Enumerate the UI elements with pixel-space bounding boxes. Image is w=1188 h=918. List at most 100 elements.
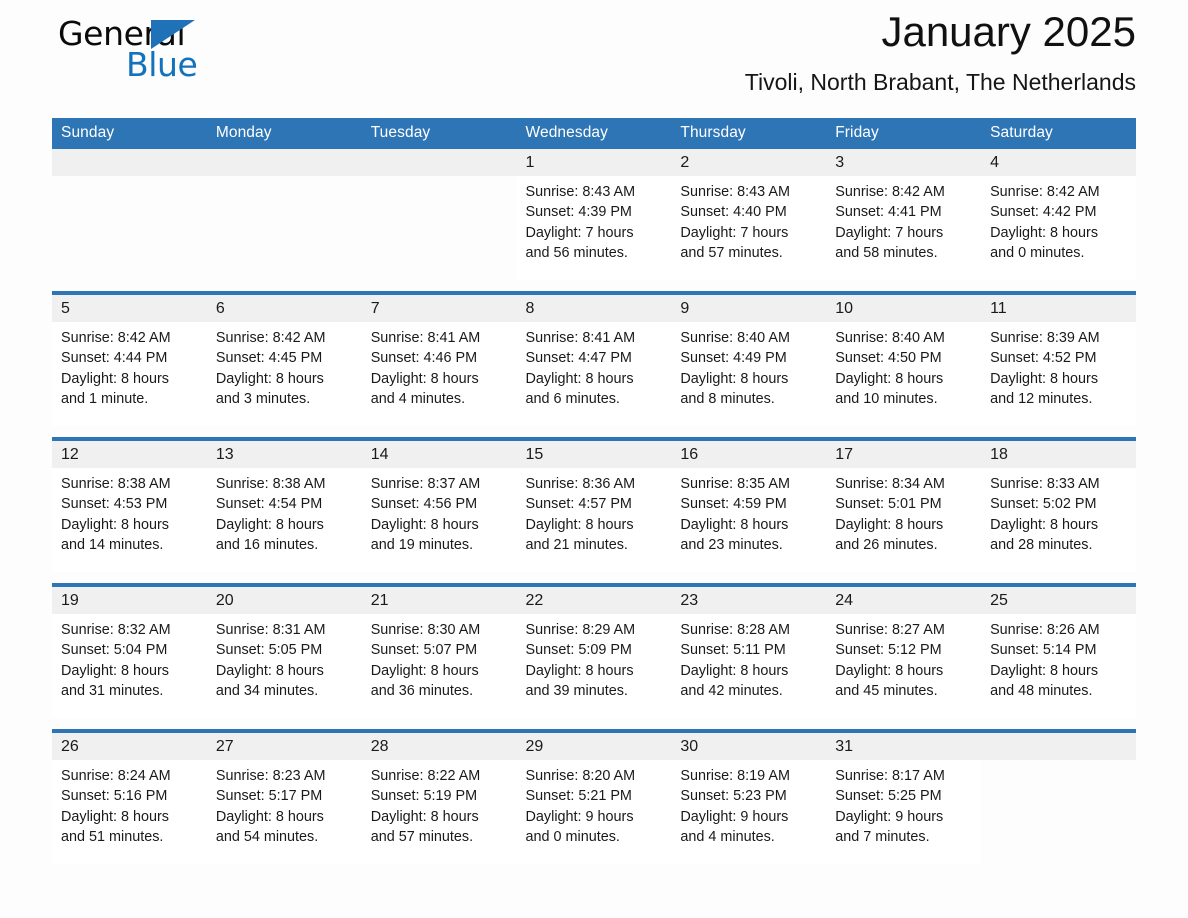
day-number-cell[interactable]: 29: [516, 733, 672, 760]
day-info-line: and 58 minutes.: [835, 244, 938, 261]
day-info-cell[interactable]: Sunrise: 8:26 AM Sunset: 5:14 PM Daylight:…: [981, 614, 1136, 718]
day-info-line: Daylight: 8 hours: [215, 662, 324, 679]
day-info-line: Sunrise: 8:33 AM: [990, 476, 1100, 492]
day-number-cell[interactable]: 23: [671, 587, 827, 614]
day-number-cell[interactable]: 21: [361, 587, 517, 614]
day-number-cell[interactable]: 12: [52, 441, 207, 468]
day-info-cell[interactable]: Sunrise: 8:24 AM Sunset: 5:16 PM Daylight:…: [52, 760, 207, 864]
day-info-cell[interactable]: Sunrise: 8:42 AM Sunset: 4:45 PM Daylight:…: [206, 322, 362, 426]
day-info-line: and 51 minutes.: [61, 828, 164, 845]
day-info-line: Daylight: 9 hours: [835, 808, 944, 825]
day-number-row: 5 6 7 8 9 10 11: [52, 295, 1136, 322]
day-number-cell[interactable]: 6: [206, 295, 362, 322]
day-number-cell[interactable]: 20: [206, 587, 362, 614]
empty-day-number-cell: [981, 733, 1136, 760]
day-info-line: and 26 minutes.: [835, 536, 938, 553]
day-info-line: Sunrise: 8:34 AM: [835, 476, 945, 492]
day-number-cell[interactable]: 16: [671, 441, 827, 468]
day-info-line: Daylight: 8 hours: [680, 516, 789, 533]
day-number-cell[interactable]: 4: [981, 149, 1136, 176]
day-number-cell[interactable]: 15: [516, 441, 672, 468]
day-info-cell[interactable]: Sunrise: 8:38 AM Sunset: 4:53 PM Daylight:…: [52, 468, 207, 572]
day-number-cell[interactable]: 30: [671, 733, 827, 760]
day-info-line: Sunset: 4:40 PM: [680, 204, 787, 221]
day-info-line: Sunrise: 8:43 AM: [680, 184, 790, 200]
day-number-cell[interactable]: 10: [826, 295, 982, 322]
day-info-cell[interactable]: Sunrise: 8:41 AM Sunset: 4:47 PM Daylight:…: [516, 322, 672, 426]
day-info-line: Sunset: 4:39 PM: [525, 204, 632, 221]
day-info-cell[interactable]: Sunrise: 8:39 AM Sunset: 4:52 PM Daylight:…: [981, 322, 1136, 426]
weekday-header-friday: Friday: [826, 118, 982, 149]
day-info-line: Sunrise: 8:38 AM: [61, 476, 171, 492]
day-info-line: Sunset: 5:04 PM: [61, 642, 168, 659]
day-info-cell[interactable]: Sunrise: 8:43 AM Sunset: 4:40 PM Daylight:…: [671, 176, 827, 280]
day-number-cell[interactable]: 26: [52, 733, 207, 760]
day-number-cell[interactable]: 8: [516, 295, 672, 322]
day-info-cell[interactable]: Sunrise: 8:19 AM Sunset: 5:23 PM Daylight:…: [671, 760, 827, 864]
day-number-cell[interactable]: 19: [52, 587, 207, 614]
day-number-cell[interactable]: 24: [826, 587, 982, 614]
day-info-cell[interactable]: Sunrise: 8:40 AM Sunset: 4:49 PM Daylight:…: [671, 322, 827, 426]
day-number-cell[interactable]: 5: [52, 295, 207, 322]
day-info-cell[interactable]: Sunrise: 8:28 AM Sunset: 5:11 PM Daylight:…: [671, 614, 827, 718]
day-number-cell[interactable]: 13: [206, 441, 362, 468]
day-info-cell[interactable]: Sunrise: 8:32 AM Sunset: 5:04 PM Daylight:…: [52, 614, 207, 718]
day-number-cell[interactable]: 7: [361, 295, 517, 322]
day-number-cell[interactable]: 18: [981, 441, 1136, 468]
day-number-cell[interactable]: 27: [206, 733, 362, 760]
day-number-cell[interactable]: 2: [671, 149, 827, 176]
day-info-cell[interactable]: Sunrise: 8:42 AM Sunset: 4:42 PM Daylight:…: [981, 176, 1136, 280]
day-info-line: and 21 minutes.: [525, 536, 628, 553]
day-info-cell[interactable]: Sunrise: 8:37 AM Sunset: 4:56 PM Daylight:…: [361, 468, 517, 572]
day-info-line: Daylight: 9 hours: [525, 808, 634, 825]
day-number-cell[interactable]: 9: [671, 295, 827, 322]
day-info-cell[interactable]: Sunrise: 8:29 AM Sunset: 5:09 PM Daylight:…: [516, 614, 672, 718]
day-info-line: Sunset: 5:02 PM: [990, 496, 1097, 513]
day-info-line: Sunrise: 8:42 AM: [835, 184, 945, 200]
day-info-line: Sunset: 5:11 PM: [680, 642, 786, 659]
day-number-cell[interactable]: 14: [361, 441, 517, 468]
day-number-cell[interactable]: 3: [826, 149, 982, 176]
day-info-cell[interactable]: Sunrise: 8:35 AM Sunset: 4:59 PM Daylight:…: [671, 468, 827, 572]
day-detail-row: Sunrise: 8:32 AM Sunset: 5:04 PM Daylight:…: [52, 614, 1136, 718]
day-info-line: Sunset: 5:23 PM: [680, 788, 787, 805]
day-info-cell[interactable]: Sunrise: 8:31 AM Sunset: 5:05 PM Daylight:…: [206, 614, 362, 718]
day-number-cell[interactable]: 1: [516, 149, 672, 176]
day-number-cell[interactable]: 22: [516, 587, 672, 614]
day-info-cell[interactable]: Sunrise: 8:34 AM Sunset: 5:01 PM Daylight:…: [826, 468, 982, 572]
day-number-cell[interactable]: 11: [981, 295, 1136, 322]
day-info-line: Sunset: 5:14 PM: [990, 642, 1097, 659]
day-info-cell[interactable]: Sunrise: 8:27 AM Sunset: 5:12 PM Daylight:…: [826, 614, 982, 718]
day-info-cell[interactable]: Sunrise: 8:42 AM Sunset: 4:44 PM Daylight:…: [52, 322, 207, 426]
day-info-cell[interactable]: Sunrise: 8:43 AM Sunset: 4:39 PM Daylight:…: [516, 176, 672, 280]
day-info-line: Sunrise: 8:17 AM: [835, 768, 945, 784]
day-info-line: Daylight: 7 hours: [835, 224, 944, 241]
day-info-cell[interactable]: Sunrise: 8:23 AM Sunset: 5:17 PM Daylight:…: [206, 760, 362, 864]
weekday-header-wednesday: Wednesday: [516, 118, 672, 149]
day-info-line: Sunset: 4:44 PM: [61, 350, 168, 367]
day-info-cell[interactable]: Sunrise: 8:20 AM Sunset: 5:21 PM Daylight:…: [516, 760, 672, 864]
day-info-line: and 0 minutes.: [525, 828, 620, 845]
day-number-cell[interactable]: 25: [981, 587, 1136, 614]
day-number-cell[interactable]: 17: [826, 441, 982, 468]
day-number-cell[interactable]: 28: [361, 733, 517, 760]
day-info-cell[interactable]: Sunrise: 8:42 AM Sunset: 4:41 PM Daylight:…: [826, 176, 982, 280]
day-info-cell[interactable]: Sunrise: 8:41 AM Sunset: 4:46 PM Daylight:…: [361, 322, 517, 426]
day-info-line: and 16 minutes.: [215, 536, 319, 553]
day-info-line: Daylight: 8 hours: [835, 370, 944, 387]
day-info-cell[interactable]: Sunrise: 8:40 AM Sunset: 4:50 PM Daylight:…: [826, 322, 982, 426]
day-info-cell[interactable]: Sunrise: 8:36 AM Sunset: 4:57 PM Daylight:…: [516, 468, 672, 572]
day-info-line: Daylight: 7 hours: [680, 224, 789, 241]
day-info-cell[interactable]: Sunrise: 8:17 AM Sunset: 5:25 PM Daylight:…: [826, 760, 982, 864]
day-number-cell[interactable]: 31: [826, 733, 982, 760]
day-info-cell[interactable]: Sunrise: 8:30 AM Sunset: 5:07 PM Daylight:…: [361, 614, 517, 718]
day-info-cell[interactable]: Sunrise: 8:38 AM Sunset: 4:54 PM Daylight:…: [206, 468, 362, 572]
day-info-cell[interactable]: Sunrise: 8:22 AM Sunset: 5:19 PM Daylight:…: [361, 760, 517, 864]
day-info-line: Daylight: 8 hours: [525, 516, 634, 533]
day-info-cell[interactable]: Sunrise: 8:33 AM Sunset: 5:02 PM Daylight:…: [981, 468, 1136, 572]
day-info-line: and 7 minutes.: [835, 828, 930, 845]
day-info-line: and 8 minutes.: [680, 390, 775, 407]
day-info-line: and 34 minutes.: [215, 682, 319, 699]
day-info-line: Daylight: 8 hours: [680, 370, 789, 387]
weekday-header-monday: Monday: [206, 118, 362, 149]
